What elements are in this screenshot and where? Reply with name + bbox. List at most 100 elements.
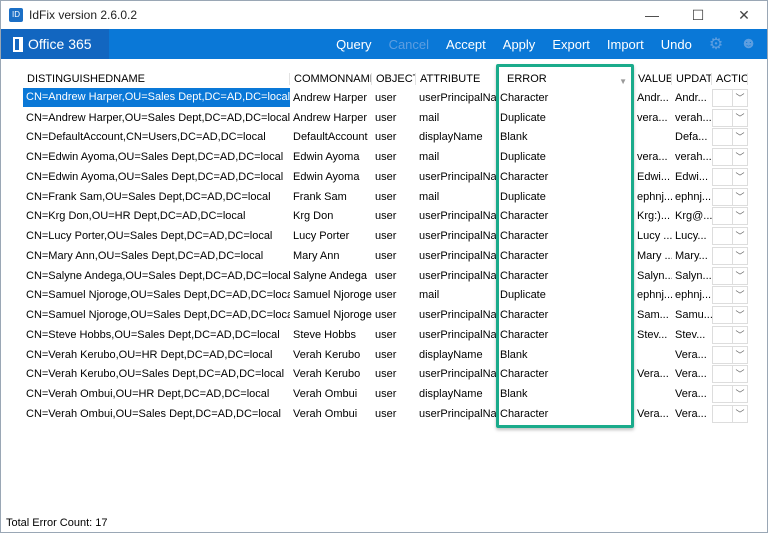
action-dropdown[interactable]: ﹀ bbox=[712, 266, 748, 285]
cell-error[interactable]: Character bbox=[497, 408, 634, 420]
column-header-object[interactable]: OBJECT bbox=[372, 72, 416, 85]
chevron-down-icon[interactable]: ﹀ bbox=[732, 149, 747, 166]
cell-commonname[interactable]: DefaultAccount bbox=[290, 131, 372, 143]
chevron-down-icon[interactable]: ﹀ bbox=[732, 405, 747, 422]
cell-value[interactable]: Vera... bbox=[634, 408, 672, 420]
cell-error[interactable]: Duplicate bbox=[497, 151, 634, 163]
cell-attribute[interactable]: displayName bbox=[416, 388, 497, 400]
cell-value[interactable]: ephnj... bbox=[634, 191, 672, 203]
cell-distinguishedname[interactable]: CN=Samuel Njoroge,OU=Sales Dept,DC=AD,DC… bbox=[23, 289, 290, 301]
column-header-updat[interactable]: UPDAT bbox=[672, 72, 712, 85]
cell-value[interactable]: Edwi... bbox=[634, 171, 672, 183]
cell-update[interactable]: Mary... bbox=[672, 250, 712, 262]
cell-value[interactable]: vera... bbox=[634, 112, 672, 124]
table-row[interactable]: CN=Andrew Harper,OU=Sales Dept,DC=AD,DC=… bbox=[23, 108, 748, 128]
cell-distinguishedname[interactable]: CN=Verah Kerubo,OU=Sales Dept,DC=AD,DC=l… bbox=[23, 368, 290, 380]
cell-update[interactable]: verah... bbox=[672, 151, 712, 163]
action-dropdown[interactable]: ﹀ bbox=[712, 227, 748, 246]
cell-object[interactable]: user bbox=[372, 289, 416, 301]
cell-update[interactable]: verah... bbox=[672, 112, 712, 124]
cell-object[interactable]: user bbox=[372, 270, 416, 282]
menu-accept-button[interactable]: Accept bbox=[446, 37, 486, 52]
cell-commonname[interactable]: Andrew Harper bbox=[290, 112, 372, 124]
maximize-button[interactable]: ☐ bbox=[675, 1, 721, 29]
cell-object[interactable]: user bbox=[372, 329, 416, 341]
cell-distinguishedname[interactable]: CN=Verah Ombui,OU=HR Dept,DC=AD,DC=local bbox=[23, 388, 290, 400]
cell-object[interactable]: user bbox=[372, 191, 416, 203]
table-row[interactable]: CN=Frank Sam,OU=Sales Dept,DC=AD,DC=loca… bbox=[23, 187, 748, 207]
cell-attribute[interactable]: userPrincipalNa... bbox=[416, 368, 497, 380]
cell-object[interactable]: user bbox=[372, 151, 416, 163]
chevron-down-icon[interactable]: ﹀ bbox=[732, 188, 747, 205]
cell-object[interactable]: user bbox=[372, 171, 416, 183]
table-row[interactable]: CN=Edwin Ayoma,OU=Sales Dept,DC=AD,DC=lo… bbox=[23, 147, 748, 167]
cell-update[interactable]: Defa... bbox=[672, 131, 712, 143]
cell-update[interactable]: Samu... bbox=[672, 309, 712, 321]
cell-commonname[interactable]: Salyne Andega bbox=[290, 270, 372, 282]
action-dropdown[interactable]: ﹀ bbox=[712, 108, 748, 127]
cell-value[interactable]: Vera... bbox=[634, 368, 672, 380]
action-dropdown[interactable]: ﹀ bbox=[712, 286, 748, 305]
chevron-down-icon[interactable]: ﹀ bbox=[732, 89, 747, 106]
action-dropdown[interactable]: ﹀ bbox=[712, 207, 748, 226]
cell-attribute[interactable]: userPrincipalNa... bbox=[416, 329, 497, 341]
table-row[interactable]: CN=Verah Kerubo,OU=HR Dept,DC=AD,DC=loca… bbox=[23, 345, 748, 365]
column-header-distinguishedname[interactable]: DISTINGUISHEDNAME bbox=[23, 72, 290, 85]
column-header-error[interactable]: ERROR ▼ bbox=[497, 72, 634, 85]
chevron-down-icon[interactable]: ﹀ bbox=[732, 386, 747, 403]
gear-icon[interactable]: ⚙ bbox=[709, 34, 723, 54]
action-dropdown[interactable]: ﹀ bbox=[712, 128, 748, 147]
cell-error[interactable]: Character bbox=[497, 210, 634, 222]
cell-error[interactable]: Character bbox=[497, 92, 634, 104]
cell-distinguishedname[interactable]: CN=Frank Sam,OU=Sales Dept,DC=AD,DC=loca… bbox=[23, 191, 290, 203]
cell-commonname[interactable]: Edwin Ayoma bbox=[290, 171, 372, 183]
cell-error[interactable]: Blank bbox=[497, 131, 634, 143]
cell-value[interactable]: Sam... bbox=[634, 309, 672, 321]
cell-value[interactable]: ephnj... bbox=[634, 289, 672, 301]
menu-apply-button[interactable]: Apply bbox=[503, 37, 536, 52]
cell-value[interactable]: Andr... bbox=[634, 92, 672, 104]
cell-attribute[interactable]: displayName bbox=[416, 349, 497, 361]
cell-error[interactable]: Blank bbox=[497, 349, 634, 361]
cell-object[interactable]: user bbox=[372, 112, 416, 124]
cell-value[interactable]: vera... bbox=[634, 151, 672, 163]
cell-value[interactable]: Krg:)... bbox=[634, 210, 672, 222]
action-dropdown[interactable]: ﹀ bbox=[712, 365, 748, 384]
cell-object[interactable]: user bbox=[372, 210, 416, 222]
cell-attribute[interactable]: userPrincipalNa... bbox=[416, 250, 497, 262]
action-dropdown[interactable]: ﹀ bbox=[712, 325, 748, 344]
column-header-value[interactable]: VALUE bbox=[634, 72, 672, 85]
menu-undo-button[interactable]: Undo bbox=[661, 37, 692, 52]
action-dropdown[interactable]: ﹀ bbox=[712, 167, 748, 186]
cell-distinguishedname[interactable]: CN=Verah Ombui,OU=Sales Dept,DC=AD,DC=lo… bbox=[23, 408, 290, 420]
cell-error[interactable]: Character bbox=[497, 368, 634, 380]
cell-value[interactable]: Lucy ... bbox=[634, 230, 672, 242]
action-dropdown[interactable]: ﹀ bbox=[712, 404, 748, 423]
cell-error[interactable]: Character bbox=[497, 309, 634, 321]
action-dropdown[interactable]: ﹀ bbox=[712, 88, 748, 107]
cell-object[interactable]: user bbox=[372, 349, 416, 361]
cell-distinguishedname[interactable]: CN=DefaultAccount,CN=Users,DC=AD,DC=loca… bbox=[23, 131, 290, 143]
table-row[interactable]: CN=Lucy Porter,OU=Sales Dept,DC=AD,DC=lo… bbox=[23, 226, 748, 246]
cell-value[interactable]: Salyn... bbox=[634, 270, 672, 282]
cell-object[interactable]: user bbox=[372, 230, 416, 242]
cell-distinguishedname[interactable]: CN=Andrew Harper,OU=Sales Dept,DC=AD,DC=… bbox=[23, 112, 290, 124]
cell-error[interactable]: Character bbox=[497, 171, 634, 183]
cell-attribute[interactable]: mail bbox=[416, 151, 497, 163]
cell-attribute[interactable]: userPrincipalNa... bbox=[416, 309, 497, 321]
cell-distinguishedname[interactable]: CN=Steve Hobbs,OU=Sales Dept,DC=AD,DC=lo… bbox=[23, 329, 290, 341]
column-header-attribute[interactable]: ATTRIBUTE bbox=[416, 72, 497, 85]
chevron-down-icon[interactable]: ﹀ bbox=[732, 326, 747, 343]
cell-update[interactable]: Vera... bbox=[672, 388, 712, 400]
table-row[interactable]: CN=Steve Hobbs,OU=Sales Dept,DC=AD,DC=lo… bbox=[23, 325, 748, 345]
cell-commonname[interactable]: Samuel Njoroge bbox=[290, 309, 372, 321]
cell-update[interactable]: Krg@... bbox=[672, 210, 712, 222]
cell-error[interactable]: Duplicate bbox=[497, 112, 634, 124]
chevron-down-icon[interactable]: ﹀ bbox=[732, 228, 747, 245]
chevron-down-icon[interactable]: ﹀ bbox=[732, 109, 747, 126]
cell-update[interactable]: Vera... bbox=[672, 368, 712, 380]
table-row[interactable]: CN=Mary Ann,OU=Sales Dept,DC=AD,DC=local… bbox=[23, 246, 748, 266]
cell-commonname[interactable]: Lucy Porter bbox=[290, 230, 372, 242]
cell-attribute[interactable]: userPrincipalNa... bbox=[416, 270, 497, 282]
chevron-down-icon[interactable]: ﹀ bbox=[732, 366, 747, 383]
